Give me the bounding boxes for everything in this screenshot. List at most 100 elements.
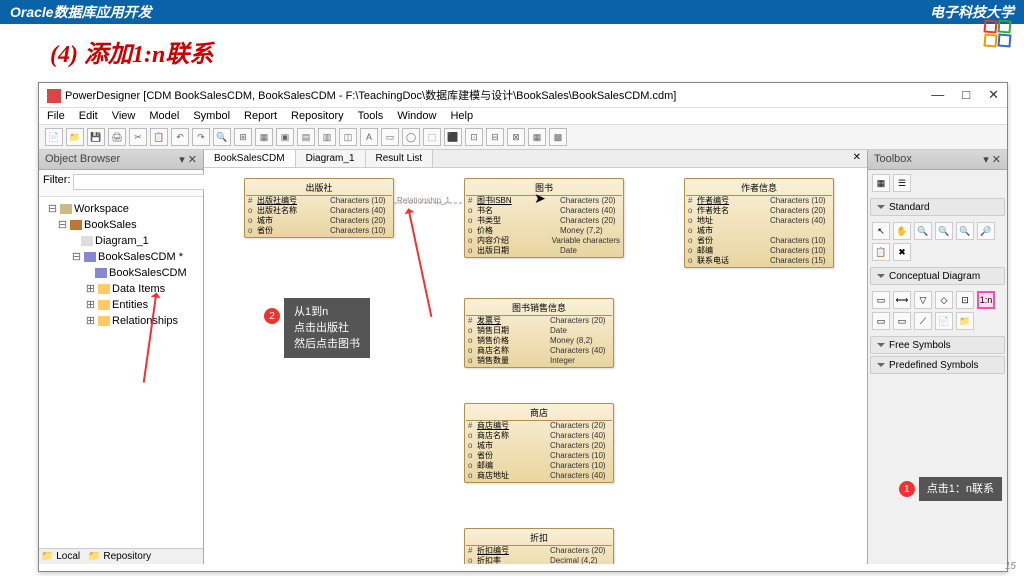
- tool-icon[interactable]: 📁: [956, 312, 974, 330]
- association-tool-icon[interactable]: ◇: [935, 291, 953, 309]
- pointer-tool-icon[interactable]: ↖: [872, 222, 890, 240]
- toolbar-button[interactable]: ↷: [192, 128, 210, 146]
- relationship-tool-icon[interactable]: ⟷: [893, 291, 911, 309]
- toolbar-button[interactable]: ▥: [318, 128, 336, 146]
- zoom-out-icon[interactable]: 🔍: [935, 222, 953, 240]
- toolbox-panel: Toolbox▾ ✕ ▦☰ Standard ↖ ✋ 🔍 🔍 🔍 🔎 📋 ✖ C…: [867, 150, 1007, 564]
- hand-tool-icon[interactable]: ✋: [893, 222, 911, 240]
- toolbar-button[interactable]: 🖨: [108, 128, 126, 146]
- menu-edit[interactable]: Edit: [79, 110, 98, 122]
- folder-icon: [98, 300, 110, 310]
- toolbar-button[interactable]: ⬚: [423, 128, 441, 146]
- menu-file[interactable]: File: [47, 110, 65, 122]
- toolbar-button[interactable]: ▦: [255, 128, 273, 146]
- toolbar-button[interactable]: ⊡: [465, 128, 483, 146]
- tool-icon[interactable]: ⊡: [956, 291, 974, 309]
- panel-controls[interactable]: ▾ ✕: [983, 153, 1001, 166]
- toolbar-button[interactable]: ⊞: [234, 128, 252, 146]
- one-to-many-tool-icon[interactable]: 1:n: [977, 291, 995, 309]
- inheritance-tool-icon[interactable]: ▽: [914, 291, 932, 309]
- toolbar-button[interactable]: 🔍: [213, 128, 231, 146]
- menu-repository[interactable]: Repository: [291, 110, 344, 122]
- toolbar-button[interactable]: ◫: [339, 128, 357, 146]
- canvas-tab-model[interactable]: BookSalesCDM: [204, 150, 296, 167]
- toolbox-section-standard[interactable]: Standard: [870, 198, 1005, 216]
- menu-model[interactable]: Model: [149, 110, 179, 122]
- toolbox-section-conceptual[interactable]: Conceptual Diagram: [870, 267, 1005, 285]
- toolbar-button[interactable]: ✂: [129, 128, 147, 146]
- toolbar-button[interactable]: 📄: [45, 128, 63, 146]
- powerdesigner-window: PowerDesigner [CDM BookSalesCDM, BookSal…: [38, 82, 1008, 572]
- toolbar-button[interactable]: ▭: [381, 128, 399, 146]
- menu-view[interactable]: View: [112, 110, 136, 122]
- entity-discount[interactable]: 折扣#折扣编号Characters (20)o折扣率Decimal (4,2)o…: [464, 528, 614, 564]
- entity-sales[interactable]: 图书销售信息#发票号Characters (20)o销售日期Dateo销售价格M…: [464, 298, 614, 368]
- model-icon: [84, 252, 96, 262]
- canvas-area: BookSalesCDM Diagram_1 Result List ✕ 出版社…: [204, 150, 867, 564]
- menu-help[interactable]: Help: [450, 110, 473, 122]
- canvas-tab-result[interactable]: Result List: [366, 150, 434, 167]
- toolbar-button[interactable]: ⊠: [507, 128, 525, 146]
- zoom-icon[interactable]: 🔎: [977, 222, 995, 240]
- menu-report[interactable]: Report: [244, 110, 277, 122]
- toolbar-button[interactable]: ▣: [276, 128, 294, 146]
- tree-item[interactable]: Relationships: [112, 315, 178, 327]
- toolbox-view-icon[interactable]: ☰: [893, 174, 911, 192]
- page-number: 15: [1005, 561, 1016, 572]
- toolbar-button[interactable]: ↶: [171, 128, 189, 146]
- tree-view[interactable]: ⊟Workspace ⊟BookSales Diagram_1 ⊟BookSal…: [39, 197, 203, 548]
- toolbar-button[interactable]: ⊟: [486, 128, 504, 146]
- filter-input[interactable]: [73, 174, 211, 190]
- zoom-fit-icon[interactable]: 🔍: [956, 222, 974, 240]
- zoom-in-icon[interactable]: 🔍: [914, 222, 932, 240]
- maximize-button[interactable]: □: [962, 87, 970, 103]
- tree-item[interactable]: Diagram_1: [95, 235, 149, 247]
- app-icon: [47, 89, 61, 103]
- toolbox-section-free[interactable]: Free Symbols: [870, 336, 1005, 354]
- entity-author[interactable]: 作者信息#作者编号Characters (10)o作者姓名Characters …: [684, 178, 834, 268]
- canvas-tab-diagram[interactable]: Diagram_1: [296, 150, 366, 167]
- project-icon: [70, 220, 82, 230]
- menu-symbol[interactable]: Symbol: [193, 110, 230, 122]
- toolbox-section-predefined[interactable]: Predefined Symbols: [870, 356, 1005, 374]
- toolbar-button[interactable]: 💾: [87, 128, 105, 146]
- menubar: File Edit View Model Symbol Report Repos…: [39, 108, 1007, 125]
- canvas-close-icon[interactable]: ✕: [847, 150, 867, 167]
- close-button[interactable]: ✕: [988, 87, 999, 103]
- annotation-arrow: [408, 209, 433, 317]
- diagram-icon: [81, 236, 93, 246]
- toolbar-button[interactable]: ▦: [528, 128, 546, 146]
- menu-window[interactable]: Window: [397, 110, 436, 122]
- tab-repository[interactable]: 📁 Repository: [88, 551, 151, 562]
- tree-item[interactable]: BookSalesCDM *: [98, 251, 183, 263]
- entity-book[interactable]: 图书#图书ISBNCharacters (20)o书名Characters (4…: [464, 178, 624, 258]
- toolbar-button[interactable]: ▤: [297, 128, 315, 146]
- delete-tool-icon[interactable]: ✖: [893, 243, 911, 261]
- entity-store[interactable]: 商店#商店编号Characters (20)o商店名称Characters (4…: [464, 403, 614, 483]
- tool-icon[interactable]: 📄: [935, 312, 953, 330]
- entity-publisher[interactable]: 出版社#出版社编号Characters (10)o出版社名称Characters…: [244, 178, 394, 238]
- toolbar-button[interactable]: 📁: [66, 128, 84, 146]
- toolbar-button[interactable]: ◯: [402, 128, 420, 146]
- tree-workspace[interactable]: Workspace: [74, 203, 129, 215]
- toolbox-view-icon[interactable]: ▦: [872, 174, 890, 192]
- tree-item[interactable]: BookSalesCDM: [109, 267, 187, 279]
- diagram-canvas[interactable]: 出版社#出版社编号Characters (10)o出版社名称Characters…: [204, 168, 867, 562]
- tool-icon[interactable]: 📋: [872, 243, 890, 261]
- annotation-badge-2: 2: [264, 308, 280, 324]
- toolbar-button[interactable]: 📋: [150, 128, 168, 146]
- tool-icon[interactable]: ▭: [893, 312, 911, 330]
- toolbar-button[interactable]: ⬛: [444, 128, 462, 146]
- menu-tools[interactable]: Tools: [358, 110, 384, 122]
- tab-local[interactable]: 📁 Local: [41, 551, 80, 562]
- panel-controls[interactable]: ▾ ✕: [179, 153, 197, 166]
- tree-project[interactable]: BookSales: [84, 219, 137, 231]
- toolbar-button[interactable]: ▩: [549, 128, 567, 146]
- entity-tool-icon[interactable]: ▭: [872, 291, 890, 309]
- toolbar-button[interactable]: A: [360, 128, 378, 146]
- tool-icon[interactable]: ⟋: [914, 312, 932, 330]
- section-heading: (4) 添加1:n联系: [0, 24, 1024, 79]
- tool-icon[interactable]: ▭: [872, 312, 890, 330]
- minimize-button[interactable]: —: [931, 87, 944, 103]
- tree-item[interactable]: Entities: [112, 299, 148, 311]
